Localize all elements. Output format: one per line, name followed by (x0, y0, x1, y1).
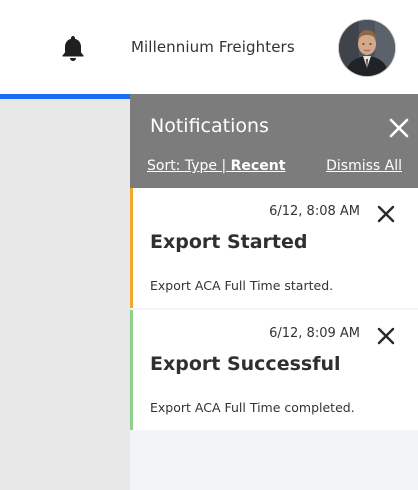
sort-separator: | (217, 158, 231, 174)
close-icon-graphic (377, 205, 395, 223)
close-icon-graphic (377, 327, 395, 345)
main-content-area (0, 99, 130, 490)
notification-message: Export ACA Full Time completed. (150, 400, 355, 415)
sort-type-link[interactable]: Type (185, 158, 217, 174)
notification-card: 6/12, 8:09 AM Export Successful Export A… (130, 310, 418, 430)
notification-time: 6/12, 8:09 AM (269, 326, 360, 341)
close-icon-graphic (389, 118, 409, 138)
sort-recent-link[interactable]: Recent (231, 158, 286, 174)
close-icon[interactable] (376, 326, 396, 346)
notification-time: 6/12, 8:08 AM (269, 204, 360, 219)
sort-prefix: Sort: (147, 158, 185, 174)
dismiss-all-link[interactable]: Dismiss All (326, 158, 402, 174)
bell-icon-graphic (62, 36, 84, 61)
company-name: Millennium Freighters (131, 38, 295, 56)
notification-title: Export Started (150, 231, 308, 253)
notifications-title: Notifications (150, 115, 269, 137)
close-icon[interactable] (388, 117, 410, 139)
notification-title: Export Successful (150, 353, 341, 375)
bell-icon[interactable] (59, 33, 87, 63)
notifications-panel: Notifications Sort: Type | Recent Dismis… (130, 94, 418, 490)
avatar-portrait (339, 20, 395, 76)
close-icon[interactable] (376, 204, 396, 224)
notifications-header: Notifications Sort: Type | Recent Dismis… (130, 94, 418, 188)
user-avatar[interactable] (339, 20, 395, 76)
notification-message: Export ACA Full Time started. (150, 278, 334, 293)
top-bar: Millennium Freighters (0, 0, 418, 94)
notification-card: 6/12, 8:08 AM Export Started Export ACA … (130, 188, 418, 308)
sort-controls: Sort: Type | Recent (147, 158, 285, 174)
